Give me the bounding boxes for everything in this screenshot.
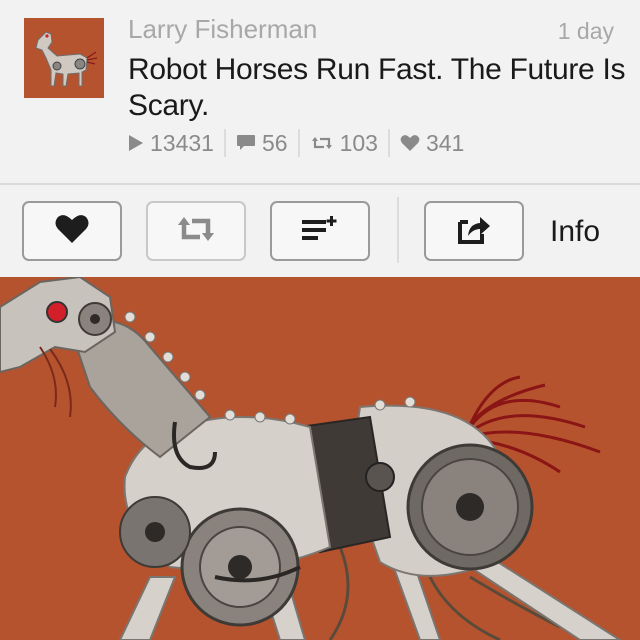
toolbar-separator xyxy=(397,197,399,263)
robot-horse-video-frame xyxy=(0,277,640,640)
action-toolbar: Info xyxy=(0,185,640,277)
revine-button[interactable] xyxy=(146,201,246,261)
comments-stat[interactable]: 56 xyxy=(226,128,298,158)
info-button[interactable]: Info xyxy=(550,215,600,249)
post-video[interactable] xyxy=(0,277,640,640)
post-thumbnail[interactable] xyxy=(24,18,104,98)
likes-count: 341 xyxy=(425,129,465,156)
plays-stat: 13431 xyxy=(128,128,224,158)
comments-count: 56 xyxy=(261,129,288,156)
share-button[interactable] xyxy=(424,201,524,261)
post-title: Robot Horses Run Fast. The Future Is Sca… xyxy=(128,53,626,122)
plays-count: 13431 xyxy=(150,129,214,156)
revines-count: 103 xyxy=(339,129,378,156)
play-icon xyxy=(128,134,144,152)
robot-horse-thumbnail-image xyxy=(24,18,104,98)
like-button[interactable] xyxy=(22,201,122,261)
comment-icon xyxy=(236,134,256,152)
share-icon xyxy=(454,212,494,251)
revines-stat[interactable]: 103 xyxy=(300,128,388,158)
add-to-list-button[interactable] xyxy=(270,201,370,261)
author-name[interactable]: Larry Fisherman xyxy=(128,14,317,45)
post-header: Larry Fisherman 1 day Robot Horses Run F… xyxy=(0,0,640,184)
post-stats: 13431 56 103 341 xyxy=(128,128,474,158)
post-timestamp: 1 day xyxy=(557,18,614,44)
revine-icon xyxy=(310,134,334,152)
likes-stat[interactable]: 341 xyxy=(390,128,474,158)
heart-icon xyxy=(54,213,90,250)
heart-icon xyxy=(400,134,420,152)
revine-icon xyxy=(174,212,218,251)
playlist-add-icon xyxy=(298,212,342,251)
